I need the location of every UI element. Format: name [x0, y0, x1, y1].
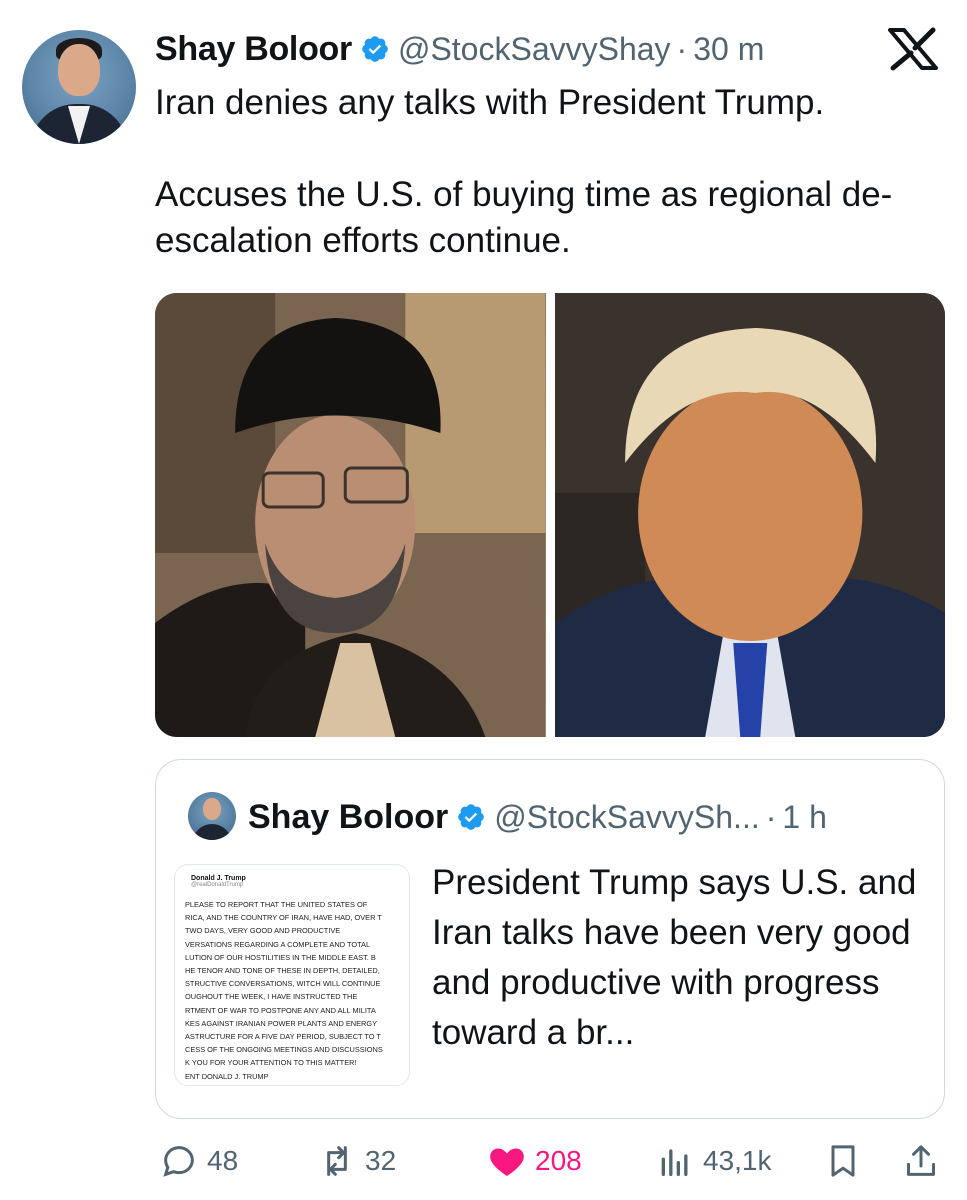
- quoted-post-card[interactable]: Shay Boloor @StockSavvySh... · 1 h Donal…: [155, 759, 945, 1119]
- thumbnail-text-line: RTMENT OF WAR TO POSTPONE ANY AND ALL MI…: [185, 1005, 376, 1015]
- views-chart-icon: [661, 1149, 688, 1176]
- post-text-line-2: Accuses the U.S. of buying time as regio…: [155, 175, 893, 260]
- quoted-post-time[interactable]: 1 h: [782, 799, 826, 836]
- quoted-post-text: President Trump says U.S. and Iran talks…: [432, 863, 917, 1052]
- verified-badge-icon: [458, 804, 485, 830]
- post-text: Iran denies any talks with President Tru…: [155, 80, 945, 264]
- post-media[interactable]: [155, 293, 945, 737]
- thumbnail-text-line: ENT DONALD J. TRUMP: [185, 1071, 269, 1081]
- post-author-avatar[interactable]: [22, 30, 136, 144]
- separator-dot: ·: [676, 30, 688, 67]
- post-time[interactable]: 30 m: [693, 31, 764, 68]
- quoted-author-name[interactable]: Shay Boloor: [248, 798, 448, 837]
- thumbnail-text-line: HE TENOR AND TONE OF THESE IN DEPTH, DET…: [185, 966, 380, 976]
- thumbnail-text-line: K YOU FOR YOUR ATTENTION TO THIS MATTER!: [185, 1058, 357, 1068]
- bookmark-icon: [831, 1145, 855, 1177]
- share-button[interactable]: [901, 1138, 949, 1184]
- thumbnail-text-line: TWO DAYS, VERY GOOD AND PRODUCTIVE: [185, 926, 341, 936]
- bookmark-button[interactable]: [823, 1138, 871, 1184]
- quoted-author-avatar[interactable]: [188, 792, 236, 840]
- thumbnail-text-line: CESS OF THE ONGOING MEETINGS AND DISCUSS…: [185, 1045, 383, 1055]
- author-name[interactable]: Shay Boloor: [155, 30, 352, 69]
- repost-icon: [327, 1146, 347, 1176]
- post-text-line-1: Iran denies any talks with President Tru…: [155, 83, 825, 122]
- thumbnail-author-name: Donald J. Trump: [191, 875, 246, 882]
- author-handle[interactable]: @StockSavvyShay: [398, 31, 671, 68]
- post-header: Shay Boloor @StockSavvyShay · 30 m: [155, 26, 764, 72]
- thumbnail-text-line: PLEASE TO REPORT THAT THE UNITED STATES …: [185, 900, 368, 909]
- thumbnail-text-line: RICA, AND THE COUNTRY OF IRAN, HAVE HAD,…: [185, 913, 382, 923]
- repost-button[interactable]: 32: [317, 1138, 396, 1184]
- heart-icon: [490, 1148, 524, 1176]
- thumbnail-text-line: VERSATIONS REGARDING A COMPLETE AND TOTA…: [185, 939, 371, 949]
- views-button[interactable]: 43,1k: [655, 1138, 772, 1184]
- thumbnail-text-line: LUTION OF OUR HOSTILITIES IN THE MIDDLE …: [185, 952, 376, 962]
- thumbnail-text-line: OUGHOUT THE WEEK, I HAVE INSTRUCTED THE: [185, 992, 358, 1002]
- quoted-author-handle[interactable]: @StockSavvySh...: [494, 799, 759, 836]
- thumbnail-author-handle: @realDonaldTrump: [191, 882, 244, 888]
- photo-right[interactable]: [554, 293, 945, 737]
- x-logo-icon: [888, 27, 938, 71]
- reply-button[interactable]: 48: [159, 1138, 238, 1184]
- thumbnail-text-line: KES AGAINST IRANIAN POWER PLANTS AND ENE…: [185, 1018, 378, 1028]
- like-button[interactable]: 208: [487, 1138, 582, 1184]
- share-icon: [907, 1145, 935, 1176]
- repost-count: 32: [365, 1145, 397, 1176]
- reply-count: 48: [207, 1145, 239, 1176]
- verified-badge-icon: [362, 36, 388, 62]
- quoted-post-thumbnail[interactable]: Donald J. Trump @realDonaldTrump PLEASE …: [174, 864, 410, 1086]
- photo-left[interactable]: [155, 293, 546, 737]
- separator-dot: ·: [765, 798, 777, 835]
- like-count: 208: [535, 1145, 582, 1176]
- thumbnail-text-line: STRUCTIVE CONVERSATIONS, WITCH WILL CONT…: [185, 979, 381, 989]
- thumbnail-text-line: ASTRUCTURE FOR A FIVE DAY PERIOD, SUBJEC…: [185, 1032, 381, 1042]
- quoted-post-header: Shay Boloor @StockSavvySh... · 1 h: [248, 793, 827, 841]
- post-action-bar: 48 32 208 43,1k: [155, 1138, 945, 1184]
- views-count: 43,1k: [703, 1145, 772, 1176]
- reply-icon: [163, 1146, 194, 1177]
